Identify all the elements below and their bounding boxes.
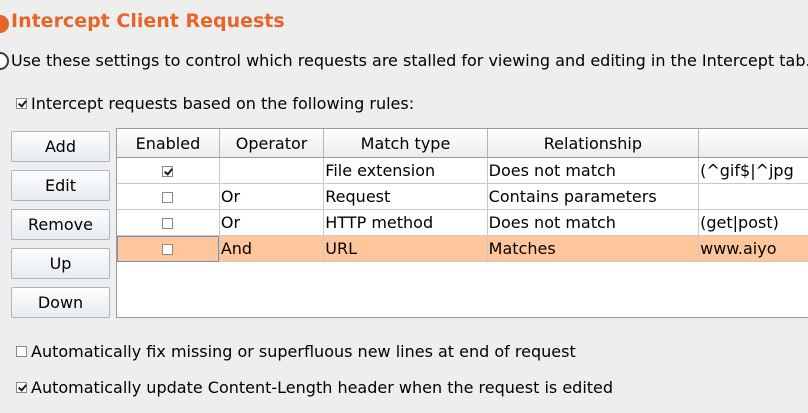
- fix-newlines-label: Automatically fix missing or superfluous…: [31, 342, 576, 361]
- table-header-row: Enabled Operator Match type Relationship: [117, 129, 808, 158]
- enabled-cell[interactable]: [117, 183, 220, 210]
- section-description: Use these settings to control which requ…: [11, 51, 808, 70]
- add-button[interactable]: Add: [11, 131, 110, 162]
- column-header-condition[interactable]: [698, 129, 808, 158]
- enabled-cell[interactable]: [117, 157, 220, 184]
- operator-cell[interactable]: Or: [219, 209, 325, 236]
- table-row[interactable]: Or Request Contains parameters: [117, 183, 808, 210]
- update-content-length-option[interactable]: Automatically update Content-Length head…: [16, 378, 613, 397]
- operator-cell[interactable]: And: [219, 235, 325, 262]
- column-header-operator[interactable]: Operator: [219, 129, 325, 158]
- row-enabled-checkbox[interactable]: [162, 218, 174, 229]
- operator-cell[interactable]: [219, 157, 325, 184]
- rules-table[interactable]: Enabled Operator Match type Relationship…: [116, 128, 808, 318]
- enabled-cell[interactable]: [117, 235, 220, 262]
- edit-button[interactable]: Edit: [11, 170, 110, 201]
- condition-cell[interactable]: (get|post): [698, 209, 808, 236]
- relationship-cell[interactable]: Does not match: [487, 209, 700, 236]
- condition-cell[interactable]: [698, 183, 808, 210]
- column-header-relationship[interactable]: Relationship: [487, 129, 700, 158]
- table-row[interactable]: File extension Does not match (^gif$|^jp…: [117, 157, 808, 184]
- remove-button[interactable]: Remove: [11, 209, 110, 240]
- down-button[interactable]: Down: [11, 287, 110, 318]
- relationship-cell[interactable]: Does not match: [487, 157, 700, 184]
- enabled-cell[interactable]: [117, 209, 220, 236]
- column-header-enabled[interactable]: Enabled: [117, 129, 220, 158]
- fix-newlines-option[interactable]: Automatically fix missing or superfluous…: [16, 342, 576, 361]
- condition-cell[interactable]: www.aiyo: [698, 235, 808, 262]
- match-type-cell[interactable]: HTTP method: [323, 209, 488, 236]
- column-header-match-type[interactable]: Match type: [323, 129, 488, 158]
- match-type-cell[interactable]: URL: [323, 235, 488, 262]
- relationship-cell[interactable]: Matches: [487, 235, 700, 262]
- intercept-rules-option[interactable]: Intercept requests based on the followin…: [16, 94, 414, 113]
- fix-newlines-checkbox[interactable]: [16, 346, 27, 357]
- intercept-rules-checkbox[interactable]: [16, 98, 27, 109]
- intercept-rules-label: Intercept requests based on the followin…: [31, 94, 415, 113]
- condition-cell[interactable]: (^gif$|^jpg: [698, 157, 808, 184]
- table-row[interactable]: Or HTTP method Does not match (get|post): [117, 209, 808, 236]
- operator-cell[interactable]: Or: [219, 183, 325, 210]
- update-content-length-checkbox[interactable]: [16, 382, 27, 393]
- help-icon[interactable]: [0, 52, 9, 70]
- match-type-cell[interactable]: Request: [323, 183, 488, 210]
- section-marker-icon: [0, 15, 9, 33]
- page-title: Intercept Client Requests: [11, 10, 285, 32]
- row-enabled-checkbox[interactable]: [162, 244, 174, 255]
- update-content-length-label: Automatically update Content-Length head…: [31, 378, 614, 397]
- row-enabled-checkbox[interactable]: [162, 166, 174, 177]
- relationship-cell[interactable]: Contains parameters: [487, 183, 700, 210]
- match-type-cell[interactable]: File extension: [323, 157, 488, 184]
- row-enabled-checkbox[interactable]: [162, 192, 174, 203]
- up-button[interactable]: Up: [11, 248, 110, 279]
- table-row-selected[interactable]: And URL Matches www.aiyo: [117, 235, 808, 262]
